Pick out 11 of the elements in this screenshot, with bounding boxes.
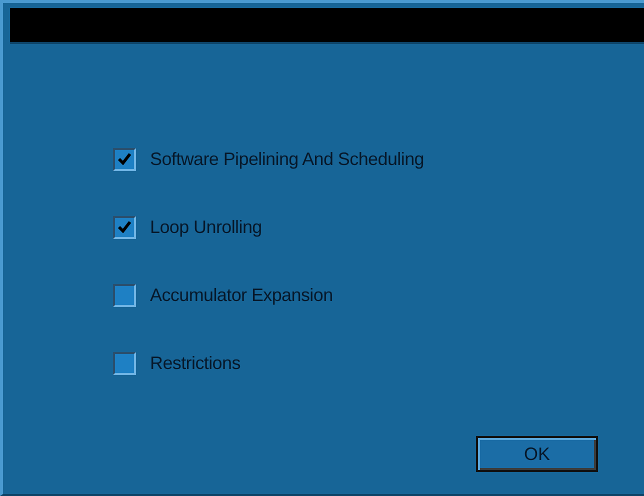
check-icon	[118, 221, 131, 233]
checkbox[interactable]	[113, 148, 136, 170]
checkbox[interactable]	[113, 352, 136, 374]
option-label: Loop Unrolling	[150, 216, 262, 238]
option-label: Accumulator Expansion	[150, 284, 333, 306]
check-icon	[118, 153, 131, 165]
checkbox[interactable]	[113, 216, 136, 238]
option-label: Software Pipelining And Scheduling	[150, 148, 424, 170]
ok-button[interactable]: OK	[476, 436, 598, 472]
checkbox[interactable]	[113, 284, 136, 306]
option-label: Restrictions	[150, 352, 240, 374]
